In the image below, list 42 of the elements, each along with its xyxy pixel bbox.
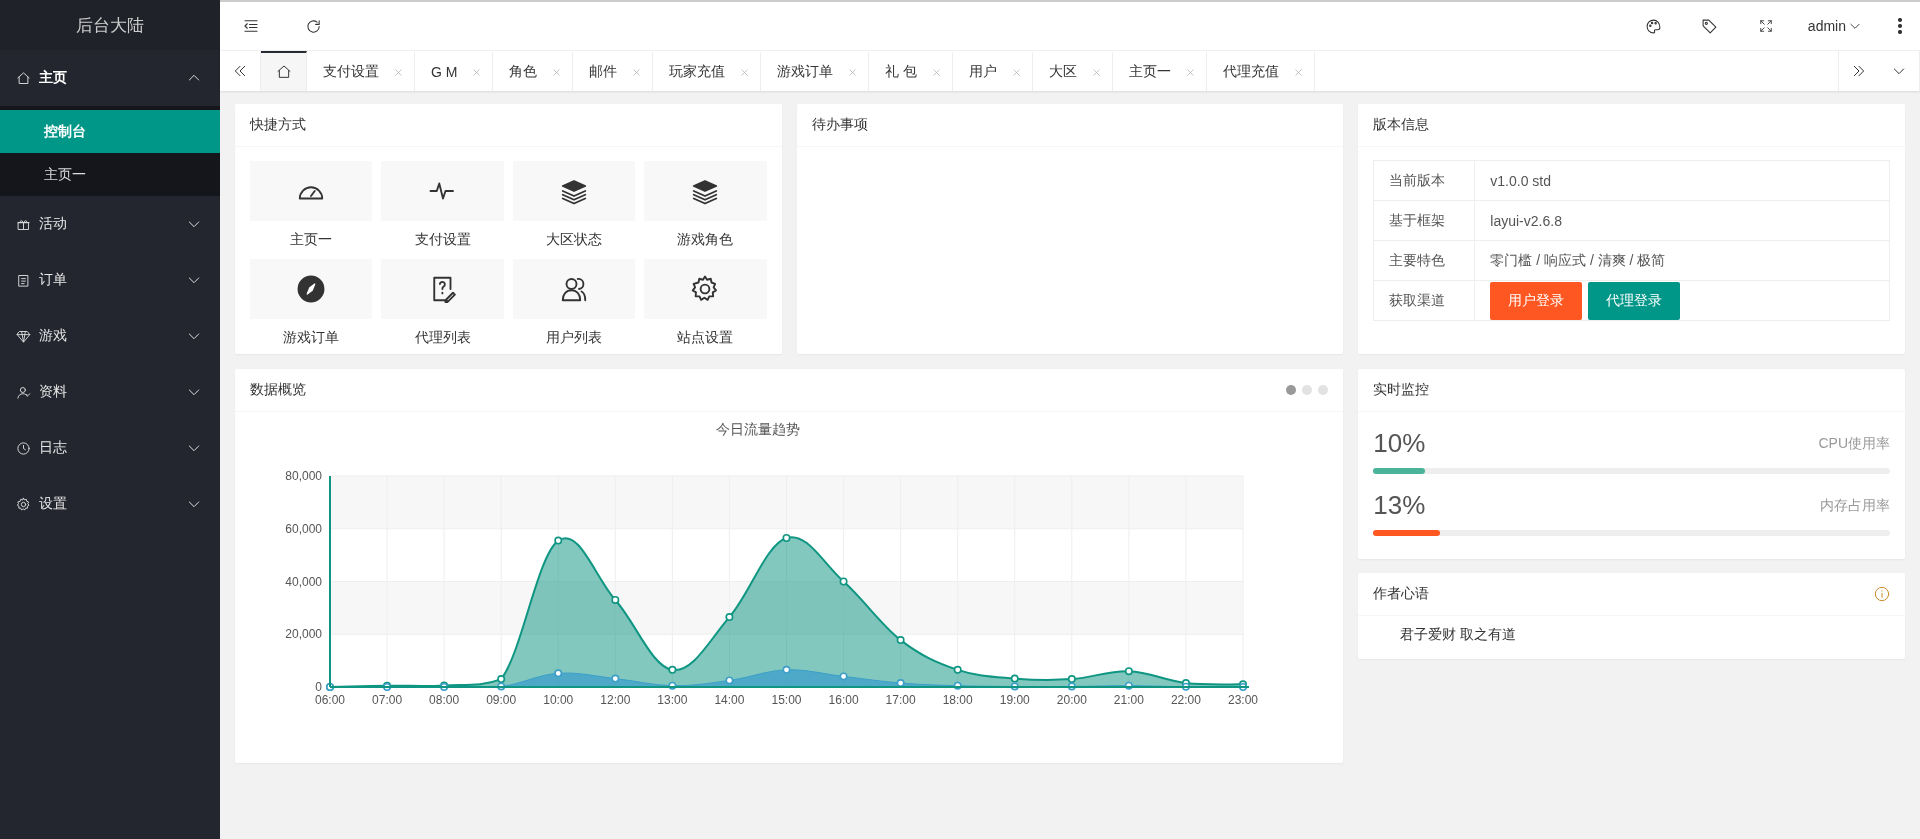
axis-label: 07:00 (372, 693, 403, 707)
card-title: 实时监控 (1373, 381, 1431, 399)
axis-label: 16:00 (828, 693, 859, 707)
chart-title: 今日流量趋势 (715, 421, 800, 437)
usage-label: 内存占用率 (1820, 497, 1890, 515)
axis-label: 19:00 (999, 693, 1030, 707)
axis-label: 06:00 (315, 693, 345, 707)
axis-label: 0 (315, 680, 322, 694)
table-cell: 零门槛 / 响应式 / 清爽 / 极简 (1474, 240, 1890, 281)
axis-label: 18:00 (942, 693, 973, 707)
table-cell: 当前版本 (1373, 160, 1475, 201)
usage-reading: 13% (1373, 490, 1426, 521)
axis-label: 15:00 (771, 693, 802, 707)
axis-label: 10:00 (543, 693, 574, 707)
axis-label: 13:00 (657, 693, 688, 707)
usage-label: CPU使用率 (1818, 435, 1890, 453)
axis-label: 09:00 (486, 693, 517, 707)
table-cell: 基于框架 (1373, 200, 1475, 241)
axis-label: 20:00 (1056, 693, 1087, 707)
app-logo: 后台大陆 (76, 14, 144, 37)
axis-label: 20,000 (285, 627, 322, 642)
table-cell: layui-v2.6.8 (1474, 200, 1890, 241)
axis-label: 60,000 (285, 521, 322, 536)
card-title: 版本信息 (1373, 116, 1431, 134)
usage-reading: 10% (1373, 428, 1426, 459)
axis-label: 80,000 (285, 469, 322, 483)
table-cell: 获取渠道 (1373, 280, 1475, 321)
axis-label: 08:00 (429, 693, 460, 707)
card-title: 数据概览 (250, 381, 307, 399)
axis-label: 22:00 (1170, 693, 1201, 707)
table-cell: v1.0.0 std (1474, 160, 1890, 201)
quote-text: 君子爱财 取之有道 (1399, 625, 1518, 644)
card-title: 待办事项 (811, 116, 869, 134)
axis-label: 14:00 (714, 693, 745, 707)
axis-label: 17:00 (885, 693, 916, 707)
table-cell: 主要特色 (1373, 240, 1475, 281)
card-title: 作者心语 (1373, 585, 1431, 603)
axis-label: 12:00 (600, 693, 631, 707)
axis-label: 40,000 (285, 574, 322, 589)
axis-label: 21:00 (1113, 693, 1144, 707)
card-title: 快捷方式 (250, 116, 307, 134)
axis-label: 23:00 (1228, 693, 1258, 707)
